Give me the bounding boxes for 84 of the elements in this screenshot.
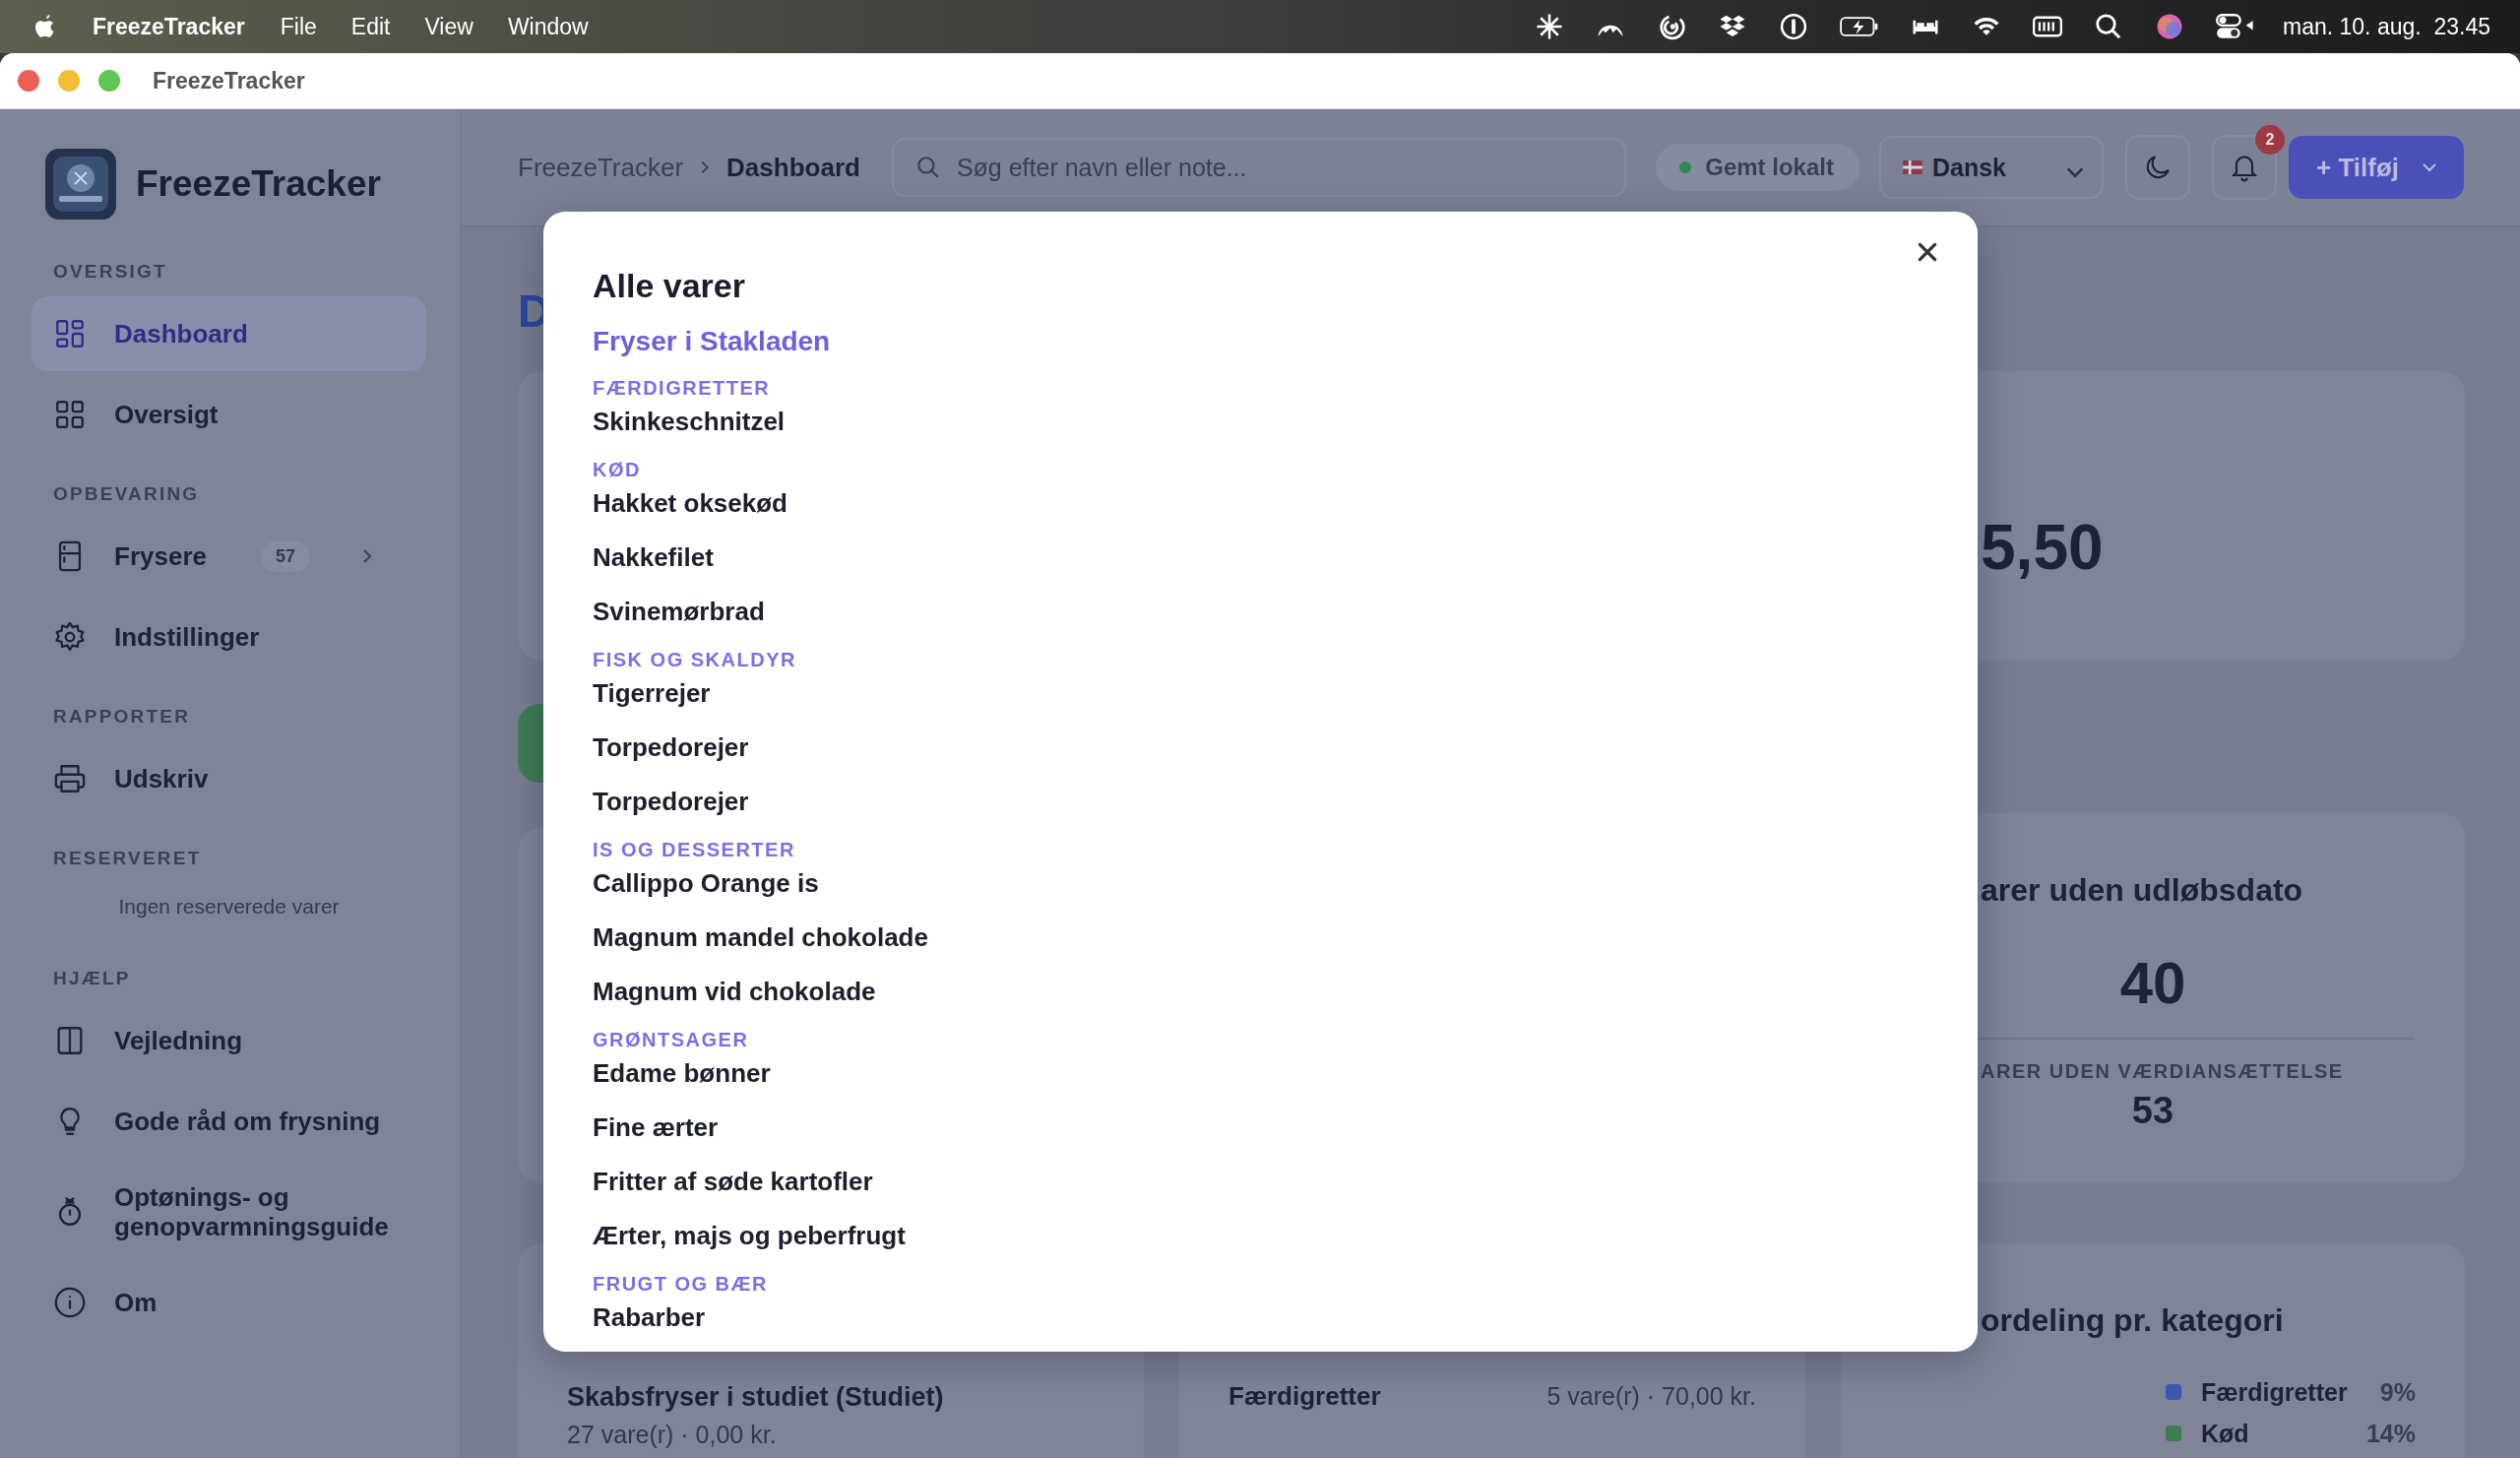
legend-label: Kød: [2201, 1419, 2250, 1448]
settings-icon: [53, 620, 87, 654]
item-name: Magnum mandel chokolade: [593, 921, 929, 954]
nav-item[interactable]: Oversigt: [32, 377, 426, 452]
legend-value: 14%: [2365, 1419, 2416, 1448]
password-icon[interactable]: [1779, 12, 1808, 41]
category-name: Færdigretter: [1228, 1381, 1381, 1412]
menu-bar-clock[interactable]: man. 10. aug. 23.45: [2283, 13, 2490, 40]
save-status: Gemt lokalt: [1656, 144, 1859, 191]
search-icon[interactable]: [2094, 12, 2123, 41]
empty-message: Ingen reserverede varer: [117, 895, 341, 919]
item-name: Skinkeschnitzel: [593, 406, 787, 438]
dialog-title: Alle varer: [593, 266, 746, 306]
stat-label: ARER UDEN VÆRDIANSÆTTELSE: [1980, 1060, 2345, 1083]
item-name: Torpedorejer: [593, 731, 750, 764]
section-heading: RESERVERET: [53, 848, 203, 869]
add-button[interactable]: + Tilføj: [2288, 136, 2464, 199]
item-name: Callippo Orange is: [593, 867, 820, 900]
breadcrumb-link[interactable]: Dashboard: [726, 152, 860, 183]
dashboard-icon: [53, 317, 87, 350]
item-name: Fine ærter: [593, 1111, 720, 1144]
menu-item[interactable]: File: [280, 13, 317, 40]
item-name: Nakkefilet: [593, 541, 715, 574]
nav-item[interactable]: Gode råd om frysning: [32, 1084, 426, 1159]
stat-value: 53: [2130, 1090, 2175, 1132]
nav-item[interactable]: Indstillinger: [32, 600, 426, 674]
section-heading: OVERSIGT: [53, 261, 168, 283]
item-name: Edame bønner: [593, 1057, 772, 1090]
section-heading: RAPPORTER: [53, 706, 192, 728]
item-name: Fritter af søde kartofler: [593, 1166, 874, 1198]
section-heading: OPBEVARING: [53, 483, 201, 505]
category-heading: FRUGT OG BÆR: [593, 1272, 769, 1297]
category-heading: FISK OG SKALDYR: [593, 648, 797, 672]
info-icon: [53, 1286, 87, 1319]
freezer-summary: 27 vare(r) · 0,00 kr.: [567, 1421, 778, 1449]
app-menu[interactable]: FreezeTracker: [93, 13, 245, 40]
item-name: Magnum vid chokolade: [593, 976, 877, 1008]
nav-item[interactable]: Udskriv: [32, 741, 426, 816]
category-heading: FÆRDIGRETTER: [593, 376, 772, 401]
asterisk-icon[interactable]: [1535, 12, 1564, 41]
breadcrumb-link[interactable]: FreezeTracker: [518, 152, 684, 183]
nav-item[interactable]: Frysere 57: [32, 519, 426, 594]
menu-item[interactable]: View: [424, 13, 473, 40]
card-title: ordeling pr. kategori: [1980, 1302, 2285, 1339]
section-heading: HJÆLP: [53, 968, 132, 989]
nav-item[interactable]: Optønings- og genopvarmningsguide: [32, 1165, 426, 1259]
legend-label: Færdigretter: [2201, 1377, 2349, 1407]
language-select[interactable]: Dansk: [1878, 136, 2104, 199]
notification-badge: 2: [2254, 125, 2285, 155]
toggle-icon[interactable]: [2216, 12, 2255, 41]
grid-icon: [53, 398, 87, 431]
count-badge: 57: [261, 540, 309, 572]
dark-mode-button[interactable]: [2124, 135, 2190, 200]
item-name: Rabarber: [593, 1301, 707, 1334]
nav-item[interactable]: Om: [32, 1265, 426, 1340]
search-input[interactable]: Søg efter navn eller note...: [954, 152, 1589, 183]
app-name: FreezeTracker: [136, 163, 381, 205]
flag-icon: [1902, 160, 1922, 174]
freezer-heading: Fryser i Stakladen: [593, 325, 832, 358]
freezer-name: Skabsfryser i studiet (Studiet): [567, 1382, 945, 1413]
nav-item[interactable]: Vejledning: [32, 1003, 426, 1078]
item-name: Tigerrejer: [593, 677, 712, 710]
item-name: Torpedorejer: [593, 786, 750, 818]
category-heading: KØD: [593, 458, 642, 482]
category-summary: 5 vare(r) · 70,00 kr.: [1546, 1382, 1756, 1411]
category-heading: GRØNTSAGER: [593, 1028, 750, 1052]
close-window-button[interactable]: [18, 70, 39, 92]
total-value: 5,50: [1981, 512, 2104, 583]
item-name: Hakket oksekød: [593, 487, 788, 520]
nav-item[interactable]: Dashboard: [32, 296, 426, 371]
assistant-icon[interactable]: [2155, 12, 2184, 41]
item-name: Ærter, majs og peberfrugt: [593, 1220, 907, 1252]
printer-icon: [53, 762, 87, 795]
category-heading: IS OG DESSERTER: [593, 838, 796, 862]
search-field[interactable]: Søg efter navn eller note...: [891, 138, 1626, 197]
item-name: Svinemørbrad: [593, 596, 766, 628]
card-title: arer uden udløbsdato: [1980, 872, 2304, 909]
window-title: FreezeTracker: [153, 67, 305, 95]
menu-item[interactable]: Window: [507, 13, 589, 40]
menu-item[interactable]: Edit: [350, 13, 391, 40]
stat-value: 40: [2118, 949, 2187, 1017]
search-icon: [914, 155, 941, 180]
app-logo-icon: [45, 149, 116, 220]
legend-value: 9%: [2379, 1377, 2416, 1407]
